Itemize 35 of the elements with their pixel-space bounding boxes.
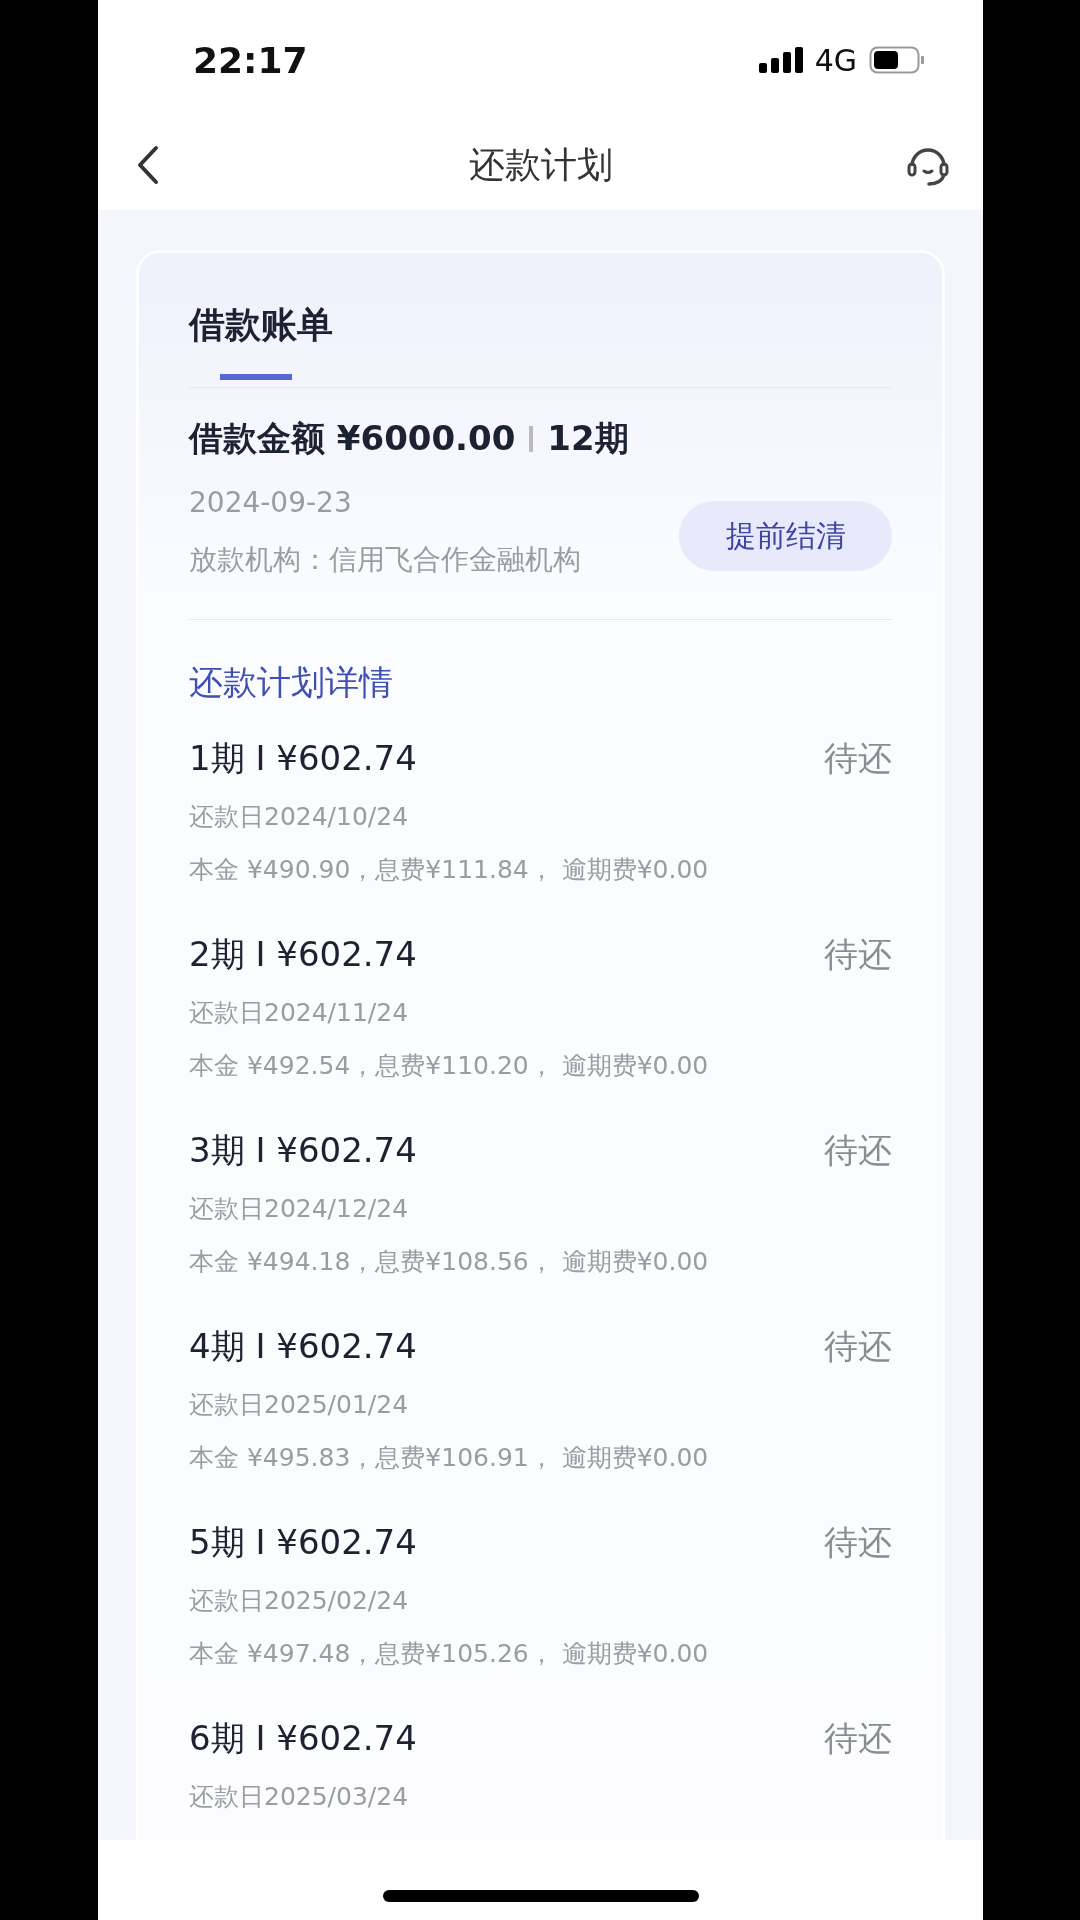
due-date: 还款日2024/11/24 <box>189 997 410 1029</box>
installment-title: 6期 I ¥602.74 <box>189 1717 417 1760</box>
due-date: 还款日2024/10/24 <box>189 801 410 833</box>
loan-date: 2024-09-23 <box>189 486 353 519</box>
loan-terms: 12期 <box>547 417 629 460</box>
installment-breakdown: 本金 ¥497.48，息费¥105.26， 逾期费¥0.00 <box>189 1638 710 1670</box>
due-date: 还款日2024/12/24 <box>189 1193 410 1225</box>
installment-status: 待还 <box>824 737 892 780</box>
payoff-button[interactable]: 提前结清 <box>679 501 892 571</box>
due-date: 还款日2025/01/24 <box>189 1389 410 1421</box>
loan-amount: 借款金额 ¥6000.00 <box>189 417 516 460</box>
installment-title: 5期 I ¥602.74 <box>189 1521 417 1564</box>
battery-icon <box>869 46 925 74</box>
signal-icon <box>758 47 803 73</box>
installment-status: 待还 <box>824 1717 892 1760</box>
installment-title: 1期 I ¥602.74 <box>189 737 417 780</box>
network-label: 4G <box>814 42 857 78</box>
installment-title: 3期 I ¥602.74 <box>189 1129 417 1172</box>
lender-text: 放款机构：信用飞合作金融机构 <box>189 542 582 578</box>
page-title: 还款计划 <box>468 143 613 185</box>
installment-breakdown: 本金 ¥490.90，息费¥111.84， 逾期费¥0.00 <box>189 854 710 886</box>
installment-status: 待还 <box>824 1129 892 1172</box>
bill-tab[interactable]: 借款账单 <box>189 301 333 380</box>
installment-title: 2期 I ¥602.74 <box>189 933 417 976</box>
plan-title: 还款计划详情 <box>189 661 394 704</box>
due-date: 还款日2025/03/24 <box>189 1781 410 1813</box>
status-time: 22:17 <box>193 39 308 81</box>
due-date: 还款日2025/02/24 <box>189 1585 410 1617</box>
installment-status: 待还 <box>824 1521 892 1564</box>
installment-status: 待还 <box>824 1325 892 1368</box>
installment-breakdown: 本金 ¥494.18，息费¥108.56， 逾期费¥0.00 <box>189 1246 710 1278</box>
installment-title: 4期 I ¥602.74 <box>189 1325 417 1368</box>
installment-breakdown: 本金 ¥495.83，息费¥106.91， 逾期费¥0.00 <box>189 1442 710 1474</box>
installment-status: 待还 <box>824 933 892 976</box>
installment-breakdown: 本金 ¥492.54，息费¥110.20， 逾期费¥0.00 <box>189 1050 710 1082</box>
